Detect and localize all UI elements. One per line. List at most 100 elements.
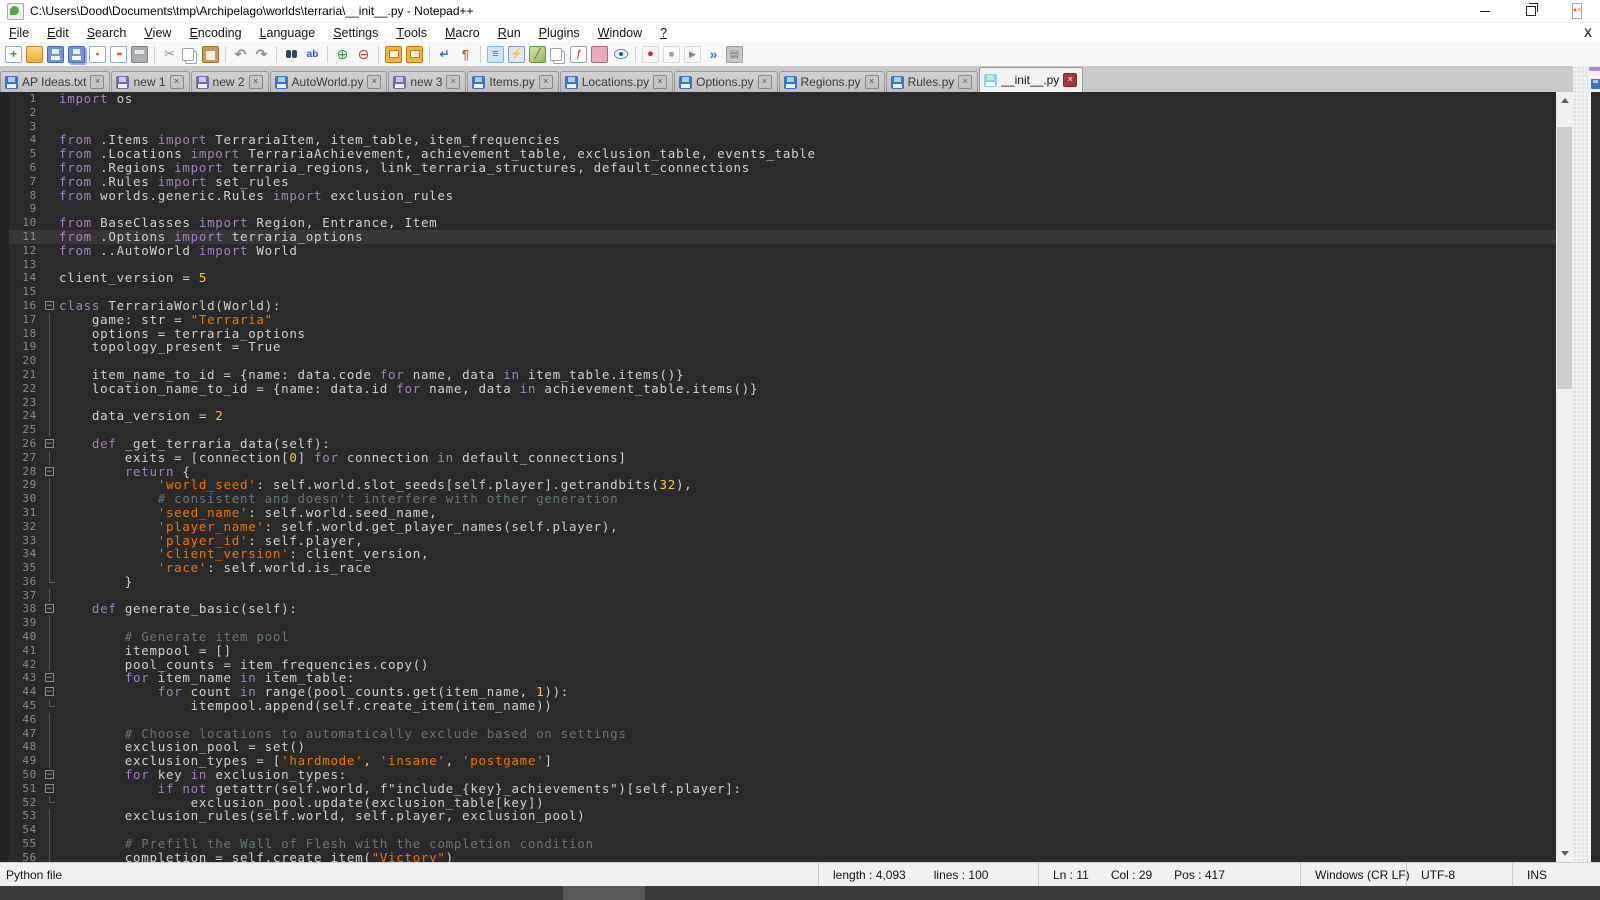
tab-close-icon[interactable]: ×	[446, 75, 460, 89]
code-line[interactable]: 34 'client_version': client_version,	[0, 547, 1556, 561]
menu-tools[interactable]: Tools	[387, 23, 436, 42]
menu-window[interactable]: Window	[589, 23, 651, 42]
fold-marker-icon[interactable]	[41, 465, 59, 479]
stop-record-icon[interactable]	[663, 46, 680, 63]
code-line[interactable]: 28 return {	[0, 465, 1556, 479]
code-line[interactable]: 46	[0, 713, 1556, 727]
code-line[interactable]: 21 item_name_to_id = {name: data.code fo…	[0, 368, 1556, 382]
bookmark-margin[interactable]	[0, 740, 9, 754]
bookmark-margin[interactable]	[0, 313, 9, 327]
scroll-down-button[interactable]	[1556, 845, 1573, 862]
code-line[interactable]: 9	[0, 202, 1556, 216]
code-line[interactable]: 44 for count in range(pool_counts.get(it…	[0, 685, 1556, 699]
tab-close-icon[interactable]: ×	[170, 75, 184, 89]
code-line[interactable]: 8from worlds.generic.Rules import exclus…	[0, 189, 1556, 203]
code-line[interactable]: 37	[0, 589, 1556, 603]
fold-marker-icon[interactable]	[41, 602, 59, 616]
code-line[interactable]: 11from .Options import terraria_options	[0, 230, 1556, 244]
replace-icon[interactable]	[304, 46, 321, 63]
menu-file[interactable]: File	[0, 23, 38, 42]
bookmark-margin[interactable]	[0, 671, 9, 685]
code-line[interactable]: 4from .Items import TerrariaItem, item_t…	[0, 133, 1556, 147]
save-icon[interactable]	[47, 46, 64, 63]
code-line[interactable]: 25	[0, 423, 1556, 437]
menu-encoding[interactable]: Encoding	[180, 23, 250, 42]
menu-settings[interactable]: Settings	[324, 23, 387, 42]
menu-run[interactable]: Run	[489, 23, 530, 42]
code-line[interactable]: 56 completion = self.create_item("Victor…	[0, 851, 1556, 862]
paste-icon[interactable]	[202, 46, 219, 63]
monitoring-icon[interactable]	[612, 46, 629, 63]
tab-items-py[interactable]: Items.py×	[467, 71, 558, 92]
status-encoding[interactable]: UTF-8	[1406, 863, 1512, 886]
code-line[interactable]: 40 # Generate item pool	[0, 630, 1556, 644]
code-line[interactable]: 26 def _get_terraria_data(self):	[0, 437, 1556, 451]
print-icon[interactable]	[131, 46, 148, 63]
tab-close-icon[interactable]: ×	[653, 75, 667, 89]
find-icon[interactable]	[283, 46, 300, 63]
bookmark-margin[interactable]	[0, 368, 9, 382]
tab-autoworld-py[interactable]: AutoWorld.py×	[270, 71, 388, 92]
undo-icon[interactable]	[232, 46, 249, 63]
document-map-icon[interactable]	[529, 46, 546, 63]
bookmark-margin[interactable]	[0, 437, 9, 451]
bookmark-margin[interactable]	[0, 575, 9, 589]
copy-icon[interactable]	[182, 48, 194, 61]
redo-icon[interactable]	[253, 46, 270, 63]
code-line[interactable]: 42 pool_counts = item_frequencies.copy()	[0, 658, 1556, 672]
bookmark-margin[interactable]	[0, 809, 9, 823]
bookmark-margin[interactable]	[0, 478, 9, 492]
code-line[interactable]: 31 'seed_name': self.world.seed_name,	[0, 506, 1556, 520]
bookmark-margin[interactable]	[0, 271, 9, 285]
word-wrap-icon[interactable]	[436, 46, 453, 63]
save-all-icon[interactable]	[68, 46, 85, 63]
start-record-icon[interactable]	[642, 46, 659, 63]
show-indent-guide-icon[interactable]	[487, 46, 504, 63]
code-line[interactable]: 20	[0, 354, 1556, 368]
bookmark-margin[interactable]	[0, 382, 9, 396]
open-icon[interactable]	[26, 46, 43, 63]
bookmark-margin[interactable]	[0, 189, 9, 203]
tab-close-icon[interactable]: ×	[1063, 73, 1077, 87]
bookmark-margin[interactable]	[0, 423, 9, 437]
code-line[interactable]: 32 'player_name': self.world.get_player_…	[0, 520, 1556, 534]
fold-marker-icon[interactable]	[41, 437, 59, 451]
code-line[interactable]: 35 'race': self.world.is_race	[0, 561, 1556, 575]
code-line[interactable]: 14client_version = 5	[0, 271, 1556, 285]
bookmark-margin[interactable]	[0, 837, 9, 851]
bookmark-margin[interactable]	[0, 327, 9, 341]
bookmark-margin[interactable]	[0, 396, 9, 410]
sync-vertical-icon[interactable]	[385, 46, 402, 63]
code-line[interactable]: 43 for item_name in item_table:	[0, 671, 1556, 685]
bookmark-margin[interactable]	[0, 602, 9, 616]
bookmark-margin[interactable]	[0, 175, 9, 189]
bookmark-margin[interactable]	[0, 133, 9, 147]
tab-locations-py[interactable]: Locations.py×	[560, 71, 673, 92]
bookmark-margin[interactable]	[0, 202, 9, 216]
bookmark-margin[interactable]	[0, 547, 9, 561]
vertical-scrollbar[interactable]	[1556, 92, 1573, 862]
code-line[interactable]: 54	[0, 823, 1556, 837]
code-line[interactable]: 19 topology_present = True	[0, 340, 1556, 354]
bookmark-margin[interactable]	[0, 299, 9, 313]
code-line[interactable]: 53 exclusion_rules(self.world, self.play…	[0, 809, 1556, 823]
define-language-icon[interactable]	[508, 46, 525, 63]
new-file-icon[interactable]	[5, 46, 22, 63]
bookmark-margin[interactable]	[0, 644, 9, 658]
tab-regions-py[interactable]: Regions.py×	[779, 71, 885, 92]
bookmark-margin[interactable]	[0, 492, 9, 506]
bookmark-margin[interactable]	[0, 244, 9, 258]
bookmark-margin[interactable]	[0, 823, 9, 837]
tab-new-2[interactable]: new 2×	[191, 71, 269, 92]
folder-as-workspace-icon[interactable]	[591, 46, 608, 63]
bookmark-margin[interactable]	[0, 589, 9, 603]
code-line[interactable]: 45 itempool.append(self.create_item(item…	[0, 699, 1556, 713]
fold-marker-icon[interactable]	[41, 299, 59, 313]
run-macro-multiple-icon[interactable]	[705, 46, 722, 63]
bookmark-margin[interactable]	[0, 561, 9, 575]
zoom-in-icon[interactable]	[334, 46, 351, 63]
code-line[interactable]: 27 exits = [connection[0] for connection…	[0, 451, 1556, 465]
code-line[interactable]: 30 # consistent and doesn't interfere wi…	[0, 492, 1556, 506]
bookmark-margin[interactable]	[0, 768, 9, 782]
code-line[interactable]: 5from .Locations import TerrariaAchievem…	[0, 147, 1556, 161]
